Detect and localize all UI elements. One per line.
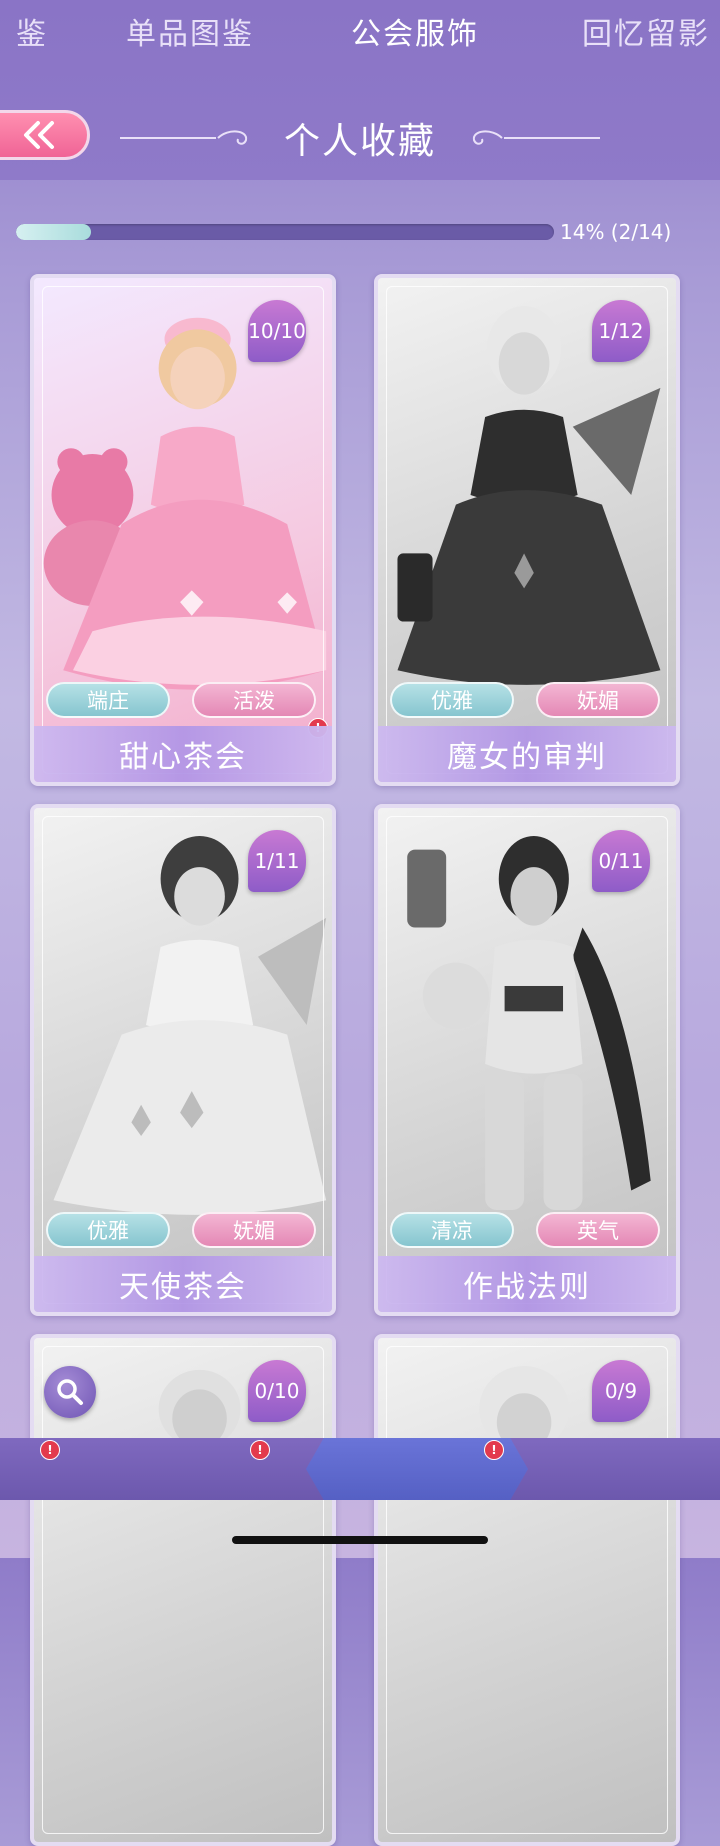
style-tag: 妩媚 — [192, 1212, 316, 1248]
tab-partial-left[interactable]: 鉴 — [0, 0, 48, 62]
collection-count-badge: 0/9 — [592, 1360, 650, 1422]
search-button[interactable] — [44, 1366, 96, 1418]
outfit-card[interactable]: 1/11 优雅 妩媚 天使茶会 — [30, 804, 336, 1316]
outfit-name: 魔女的审判 — [378, 726, 676, 782]
tab-item-catalog[interactable]: 单品图鉴 — [110, 0, 270, 62]
outfit-card[interactable]: 1/12 优雅 妩媚 魔女的审判 — [374, 274, 680, 786]
style-tag: 英气 — [536, 1212, 660, 1248]
outfit-name: 天使茶会 — [34, 1256, 332, 1312]
page-title: 个人收藏 — [283, 121, 436, 162]
style-tag: 清凉 — [390, 1212, 514, 1248]
right-ornament-icon — [472, 130, 600, 145]
outfit-name: 甜心茶会 — [34, 726, 332, 782]
collection-count-badge: 0/10 — [248, 1360, 306, 1422]
tab-label: 单品图鉴 — [126, 17, 254, 52]
tab-guild-outfits[interactable]: 公会服饰 — [320, 0, 510, 62]
tab-label: 鉴 — [16, 17, 48, 52]
outfit-card[interactable]: 0/11 清凉 英气 作战法则 — [374, 804, 680, 1316]
title-area: 个人收藏 — [0, 110, 720, 166]
left-ornament-icon — [119, 130, 247, 145]
collection-count-badge: 0/11 — [592, 830, 650, 892]
style-tag: 端庄 — [46, 682, 170, 718]
collection-count-badge: 10/10 — [248, 300, 306, 362]
tab-memories[interactable]: 回忆留影 — [582, 0, 720, 62]
outfit-name: 作战法则 — [378, 1256, 676, 1312]
outfit-card[interactable]: 10/10 端庄 活泼 ! 甜心茶会 — [30, 274, 336, 786]
style-tag: 优雅 — [390, 682, 514, 718]
tab-label: 公会服饰 — [351, 17, 479, 52]
alert-icon: ! — [40, 1440, 60, 1460]
style-tag: 优雅 — [46, 1212, 170, 1248]
style-tag: 妩媚 — [536, 682, 660, 718]
style-tag: 活泼 — [192, 682, 316, 718]
collection-count-badge: 1/11 — [248, 830, 306, 892]
collection-progress-bar — [16, 224, 554, 240]
alert-icon: ! — [484, 1440, 504, 1460]
search-icon — [57, 1379, 83, 1405]
alert-icon: ! — [250, 1440, 270, 1460]
collection-count-badge: 1/12 — [592, 300, 650, 362]
home-indicator — [232, 1536, 488, 1544]
tab-label: 回忆留影 — [582, 17, 710, 52]
progress-fill — [16, 224, 92, 240]
outfit-card[interactable]: 0/9 — [374, 1334, 680, 1846]
progress-label: 14% (2/14) — [560, 220, 672, 244]
